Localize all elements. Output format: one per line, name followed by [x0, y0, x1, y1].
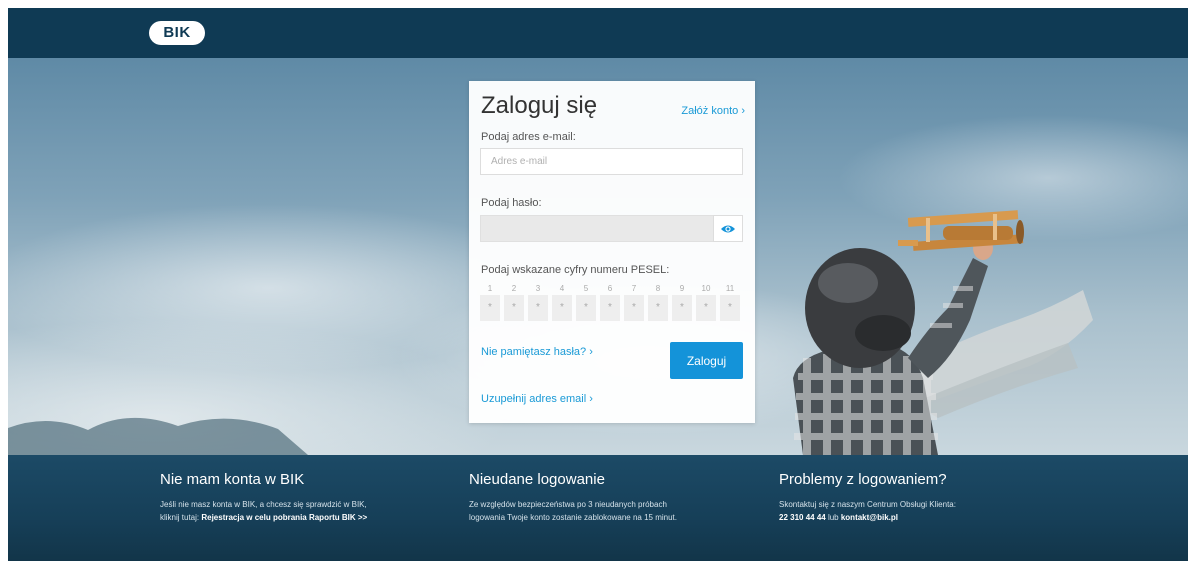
pesel-position-number: 5: [583, 284, 589, 293]
pesel-label: Podaj wskazane cyfry numeru PESEL:: [481, 264, 670, 276]
failed-login-text-line: logowania Twoje konto zostanie zablokowa…: [469, 513, 677, 522]
grass-silhouette: [8, 417, 308, 455]
no-account-text-prefix: kliknij tutaj:: [160, 513, 202, 522]
email-field[interactable]: [480, 148, 743, 175]
phone-number[interactable]: 22 310 44 44: [779, 513, 826, 522]
eye-icon: [721, 225, 735, 232]
pesel-position-number: 7: [631, 284, 637, 293]
login-panel: Zaloguj się Załóż konto › Podaj adres e-…: [469, 81, 755, 423]
pesel-position-number: 4: [559, 284, 565, 293]
top-bar: BIK: [8, 8, 1188, 58]
failed-login-section: Nieudane logowanie Ze względów bezpiecze…: [469, 471, 759, 524]
login-problems-section: Problemy z logowaniem? Skontaktuj się z …: [779, 471, 1079, 524]
failed-login-text: Ze względów bezpieczeństwa po 3 nieudany…: [469, 498, 759, 524]
pesel-position-number: 6: [607, 284, 613, 293]
pesel-digit-box[interactable]: *: [648, 295, 668, 321]
info-footer: Nie mam konta w BIK Jeśli nie masz konta…: [8, 455, 1188, 561]
pesel-digit-box[interactable]: *: [576, 295, 596, 321]
pesel-digit-box[interactable]: *: [480, 295, 500, 321]
show-password-button[interactable]: [713, 215, 743, 242]
pesel-position-number: 2: [511, 284, 517, 293]
pesel-position-number: 3: [535, 284, 541, 293]
pesel-digit-box[interactable]: *: [672, 295, 692, 321]
page: BIK Zaloguj się Załóż konto › Podaj adre…: [8, 8, 1188, 561]
pesel-position-number: 8: [655, 284, 661, 293]
registration-link[interactable]: Rejestracja w celu pobrania Raportu BIK …: [201, 513, 367, 522]
pesel-digit-box[interactable]: *: [504, 295, 524, 321]
forgot-password-link[interactable]: Nie pamiętasz hasła? ›: [481, 346, 593, 358]
pesel-digit-box[interactable]: *: [600, 295, 620, 321]
toy-airplane-icon: [898, 210, 1024, 251]
pesel-position-number: 10: [701, 284, 711, 293]
login-problems-text: Skontaktuj się z naszym Centrum Obsługi …: [779, 498, 1079, 524]
pesel-digit-box[interactable]: *: [696, 295, 716, 321]
or-text: lub: [825, 513, 841, 522]
password-field[interactable]: [480, 215, 713, 242]
pesel-position-number: 1: [487, 284, 493, 293]
contact-email-link[interactable]: kontakt@bik.pl: [841, 513, 898, 522]
login-title: Zaloguj się: [481, 92, 598, 119]
pesel-digit-box[interactable]: *: [720, 295, 740, 321]
pesel-digit-box[interactable]: *: [528, 295, 548, 321]
email-label: Podaj adres e-mail:: [481, 131, 576, 143]
login-problems-text-line: Skontaktuj się z naszym Centrum Obsługi …: [779, 500, 956, 509]
password-label: Podaj hasło:: [481, 197, 542, 209]
pesel-digit-box[interactable]: *: [624, 295, 644, 321]
fill-email-link[interactable]: Uzupełnij adres email ›: [481, 393, 593, 405]
login-problems-title: Problemy z logowaniem?: [779, 471, 947, 488]
failed-login-title: Nieudane logowanie: [469, 471, 605, 488]
login-button[interactable]: Zaloguj: [670, 342, 743, 379]
register-link[interactable]: Załóż konto ›: [681, 105, 745, 117]
no-account-section: Nie mam konta w BIK Jeśli nie masz konta…: [160, 471, 450, 524]
pesel-position-number: 11: [725, 284, 735, 293]
pesel-digit-box[interactable]: *: [552, 295, 572, 321]
failed-login-text-line: Ze względów bezpieczeństwa po 3 nieudany…: [469, 500, 667, 509]
no-account-text-line: Jeśli nie masz konta w BIK, a chcesz się…: [160, 500, 367, 509]
bik-logo[interactable]: BIK: [149, 21, 205, 45]
no-account-title: Nie mam konta w BIK: [160, 471, 305, 488]
pesel-position-number: 9: [679, 284, 685, 293]
no-account-text: Jeśli nie masz konta w BIK, a chcesz się…: [160, 498, 450, 524]
